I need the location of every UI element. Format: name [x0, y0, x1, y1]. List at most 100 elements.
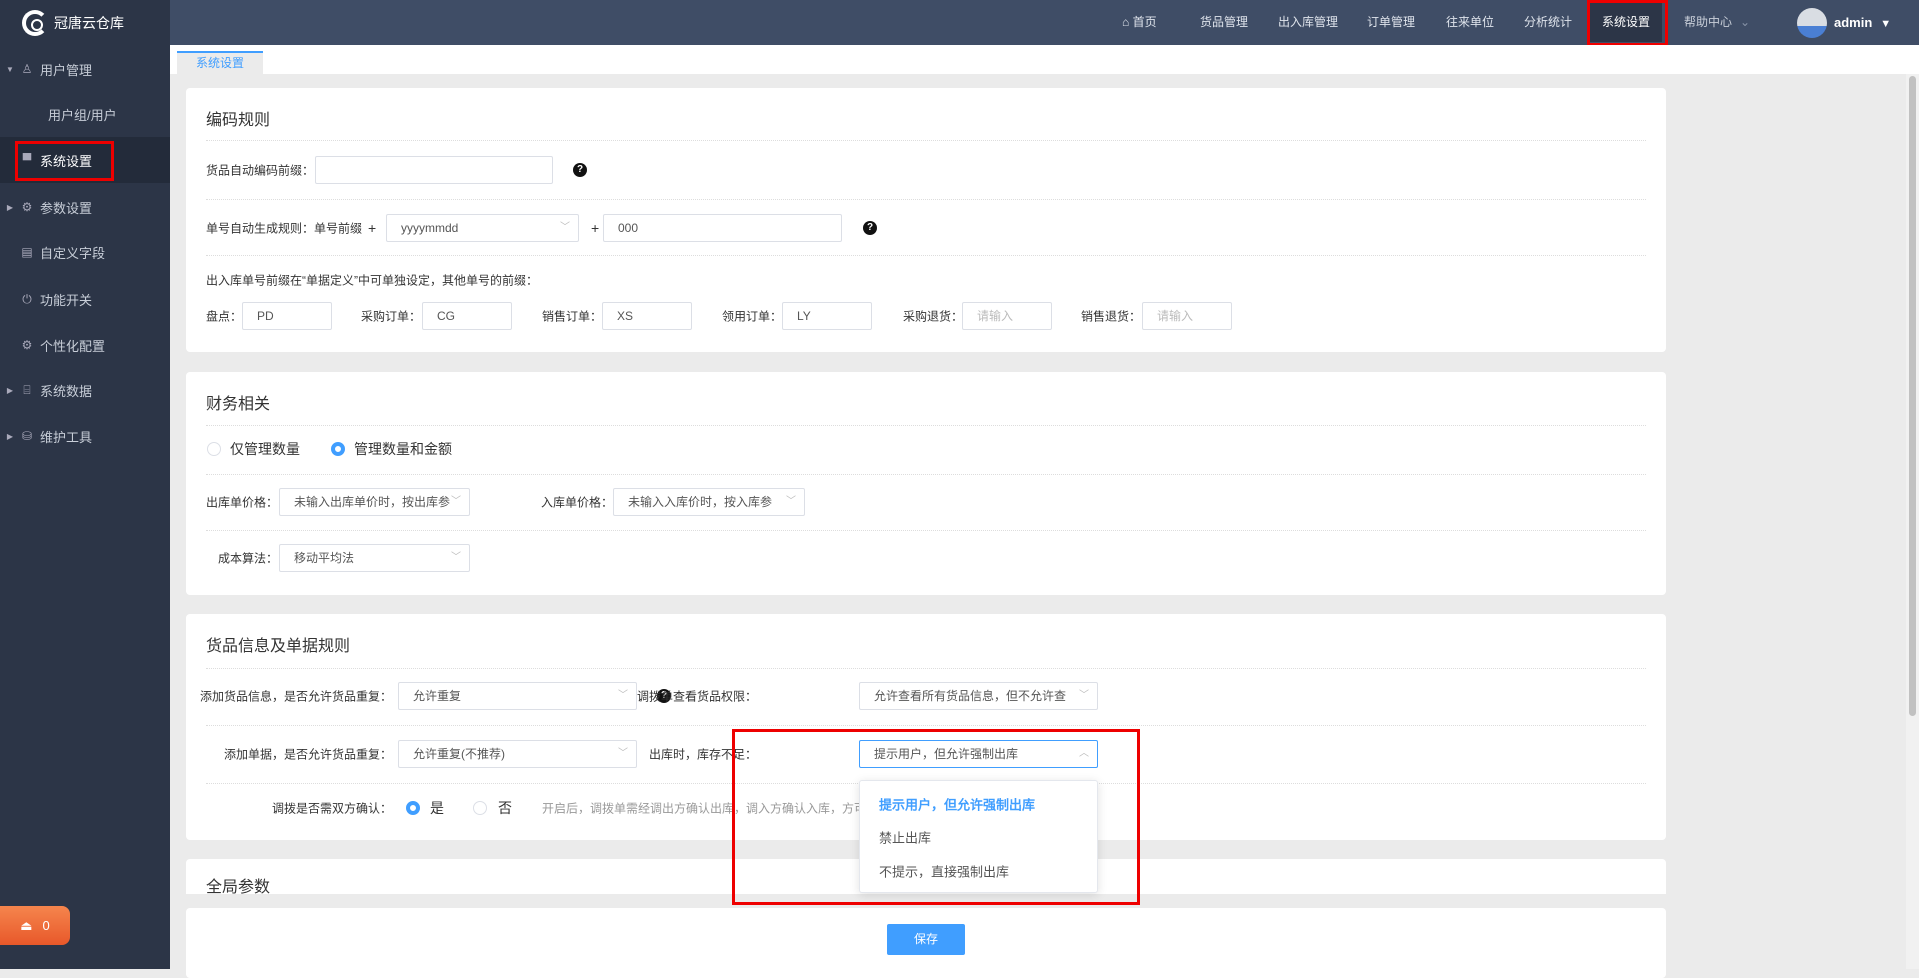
database-icon: ⛁: [21, 429, 33, 443]
prefix-requisition-input[interactable]: LY: [782, 302, 872, 330]
radio-quantity-only[interactable]: [207, 442, 221, 456]
scrollbar[interactable]: [1906, 74, 1919, 969]
chevron-down-icon: ﹀: [451, 496, 461, 507]
radio-label: 仅管理数量: [230, 441, 300, 457]
sidebar-item-personalize[interactable]: ⚙ 个性化配置: [0, 326, 170, 364]
app-logo[interactable]: 冠唐云仓库: [22, 10, 124, 36]
section-title: 编码规则: [206, 112, 271, 129]
sidebar-label: 用户组/用户: [48, 107, 117, 123]
auto-prefix-input[interactable]: [315, 156, 553, 184]
username: admin: [1834, 15, 1873, 30]
prefix-note: 出入库单号前缀在“单据定义”中可单独设定，其他单号的前缀：: [206, 273, 538, 288]
in-price-label: 入库单价格：: [541, 495, 614, 510]
prefix-label: 盘点：: [206, 309, 243, 324]
transfer-view-select[interactable]: 允许查看所有货品信息，但不允许查 ﹀: [859, 682, 1098, 710]
user-icon: ♙: [21, 62, 33, 76]
nav-label: 首页: [1132, 15, 1157, 29]
prefix-label: 采购订单：: [361, 309, 422, 324]
prefix-purchase-input[interactable]: CG: [422, 302, 512, 330]
section-title: 货品信息及单据规则: [206, 638, 351, 655]
nav-home[interactable]: ⌂ 首页: [1122, 0, 1157, 45]
radio-confirm-no[interactable]: [473, 801, 487, 815]
nav-help[interactable]: 帮助中心 ⌄: [1684, 0, 1750, 45]
in-price-select[interactable]: 未输入入库价时，按入库参 ﹀: [613, 488, 805, 516]
sidebar-item-custom-fields[interactable]: ▤ 自定义字段: [0, 233, 170, 271]
serial-input[interactable]: 000: [603, 214, 842, 242]
home-icon: ⌂: [1122, 15, 1133, 29]
sidebar-item-maintenance[interactable]: ▶ ⛁ 维护工具: [0, 417, 170, 455]
nav-analytics[interactable]: 分析统计: [1524, 0, 1572, 45]
dup-goods-label: 添加货品信息，是否允许货品重复：: [199, 689, 392, 704]
out-price-label: 出库单价格：: [206, 495, 279, 510]
sidebar-item-user-groups[interactable]: 用户组/用户: [0, 95, 170, 133]
plus-sign: +: [368, 220, 377, 236]
sidebar-label: 自定义字段: [40, 245, 106, 261]
alarm-button[interactable]: ⏏ 0: [0, 906, 70, 945]
nav-label: 帮助中心: [1684, 15, 1733, 29]
save-button[interactable]: 保存: [887, 924, 965, 955]
sidebar-label: 参数设置: [40, 200, 93, 216]
select-value: 未输入出库单价时，按出库参: [294, 495, 451, 509]
plus-sign: +: [591, 220, 600, 236]
caret-right-icon: ▶: [6, 385, 14, 395]
dup-goods-select[interactable]: 允许重复 ﹀: [398, 682, 637, 710]
nav-goods[interactable]: 货品管理: [1200, 0, 1248, 45]
highlight-box: [732, 729, 1140, 905]
nav-inout[interactable]: 出入库管理: [1278, 0, 1338, 45]
tab-bar: [170, 45, 1919, 74]
caret-down-icon: ▼: [6, 64, 14, 74]
prefix-label: 销售退货：: [1081, 309, 1142, 324]
prefix-sales-return-input[interactable]: 请输入: [1142, 302, 1232, 330]
nav-orders[interactable]: 订单管理: [1367, 0, 1415, 45]
highlight-box: [15, 141, 114, 181]
power-icon: ⏻: [22, 291, 32, 306]
chevron-down-icon: ﹀: [786, 496, 796, 507]
avatar[interactable]: [1797, 8, 1827, 38]
chevron-down-icon: ﹀: [618, 748, 628, 759]
transfer-confirm-label: 调拨是否需双方确认：: [271, 801, 392, 816]
sidebar-item-feature-switch[interactable]: ⏻ 功能开关: [0, 280, 170, 318]
help-icon[interactable]: ?: [863, 221, 877, 235]
sidebar-item-system-data[interactable]: ▶ ⌸ 系统数据: [0, 371, 170, 409]
prefix-label: 采购退货：: [903, 309, 964, 324]
app-name: 冠唐云仓库: [54, 15, 124, 31]
finance-card: 财务相关 仅管理数量 管理数量和金额 出库单价格： 未输入出库单价时，按出库参 ﹀…: [186, 372, 1666, 595]
chevron-down-icon: ﹀: [560, 222, 570, 233]
scrollbar-thumb[interactable]: [1909, 76, 1916, 716]
radio-label: 是: [430, 800, 444, 816]
chevron-down-icon: ﹀: [618, 690, 628, 701]
tab-system-settings[interactable]: 系统设置: [177, 51, 263, 74]
section-title: 全局参数: [206, 879, 271, 894]
prefix-purchase-return-input[interactable]: 请输入: [962, 302, 1052, 330]
radio-quantity-amount[interactable]: [331, 442, 345, 456]
sidebar-label: 用户管理: [40, 62, 93, 78]
select-value: 允许重复(不推荐): [413, 747, 505, 761]
sidebar-label: 功能开关: [40, 292, 93, 308]
radio-label: 否: [498, 800, 512, 816]
sidebar-item-user-management[interactable]: ▼ ♙ 用户管理: [0, 50, 170, 88]
user-menu[interactable]: admin ▼: [1834, 0, 1891, 45]
dup-doc-select[interactable]: 允许重复(不推荐) ﹀: [398, 740, 637, 768]
prefix-sales-input[interactable]: XS: [602, 302, 692, 330]
gear-icon: ⚙: [21, 200, 33, 214]
form-icon: ▤: [21, 245, 33, 259]
alarm-icon: ⏏: [20, 917, 33, 933]
caret-down-icon: ▼: [1880, 18, 1892, 30]
sidebar-item-params[interactable]: ▶ ⚙ 参数设置: [0, 188, 170, 226]
cost-method-select[interactable]: 移动平均法 ﹀: [279, 544, 470, 572]
chevron-down-icon: ﹀: [451, 552, 461, 563]
date-format-select[interactable]: yyyymmdd ﹀: [386, 214, 579, 242]
coding-rules-card: 编码规则 货品自动编码前缀： ? 单号自动生成规则：单号前缀 + yyyymmd…: [186, 88, 1666, 352]
section-title: 财务相关: [206, 396, 271, 413]
radio-confirm-yes[interactable]: [406, 801, 420, 815]
logo-icon: [22, 10, 48, 36]
nav-partners[interactable]: 往来单位: [1446, 0, 1494, 45]
prefix-stocktake-input[interactable]: PD: [242, 302, 332, 330]
help-icon[interactable]: ?: [573, 163, 587, 177]
chevron-down-icon: ⌄: [1740, 15, 1751, 29]
chart-board-icon: ⌸: [23, 382, 31, 397]
select-value: 移动平均法: [294, 551, 355, 565]
out-price-select[interactable]: 未输入出库单价时，按出库参 ﹀: [279, 488, 470, 516]
save-bar: 保存: [186, 908, 1666, 978]
prefix-label: 领用订单：: [722, 309, 783, 324]
